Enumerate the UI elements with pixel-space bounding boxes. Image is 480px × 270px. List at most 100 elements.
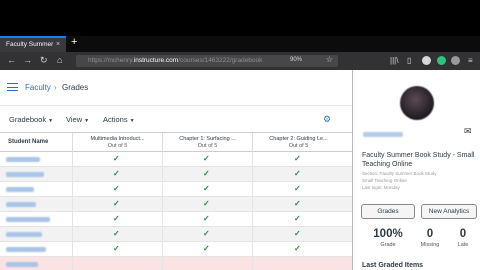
- grade-check-icon[interactable]: ✓: [203, 244, 210, 253]
- breadcrumb-current: Grades: [62, 83, 89, 92]
- assignment-title: Chapter 1: Surfacing ...: [179, 136, 236, 142]
- caret-down-icon: ▼: [48, 118, 54, 124]
- assignment-points: Out of 5: [197, 142, 218, 149]
- grade-check-icon[interactable]: ✓: [203, 154, 210, 163]
- caret-down-icon: ▼: [129, 118, 135, 124]
- screen: Faculty Summer × + ← → ↻ ⌂ https://mchen…: [0, 0, 480, 270]
- stat-missing: 0 Missing: [415, 228, 445, 248]
- grade-check-icon[interactable]: ✓: [294, 244, 301, 253]
- gradebook-page: Faculty › Grades Gradebook ▼ View ▼ Action…: [0, 70, 352, 270]
- browser-tab-bar: Faculty Summer × +: [0, 36, 480, 52]
- bookmark-star-icon[interactable]: ☆: [326, 55, 333, 64]
- mail-icon[interactable]: ✉: [464, 126, 472, 137]
- avatar: [400, 86, 434, 120]
- assignment-header[interactable]: Chapter 1: Surfacing ... Out of 5: [162, 133, 252, 152]
- forward-icon[interactable]: →: [23, 55, 32, 65]
- actions-menu[interactable]: Actions ▼: [103, 115, 135, 124]
- table-row[interactable]: ✓ ✓ ✓: [0, 212, 352, 227]
- course-title: Faculty Summer Book Study - Small Teachi…: [362, 152, 475, 168]
- browser-toolbar: ← → ↻ ⌂ https://mchenry.instructure.com/…: [0, 52, 480, 70]
- table-row[interactable]: ✓ ✓ ✓: [0, 152, 352, 167]
- student-name-header[interactable]: Student Name: [8, 139, 48, 145]
- grade-check-icon[interactable]: ✓: [113, 199, 120, 208]
- grade-check-icon[interactable]: ✓: [113, 214, 120, 223]
- view-menu[interactable]: View ▼: [66, 115, 89, 124]
- grade-check-icon[interactable]: ✓: [113, 154, 120, 163]
- student-name-blurred[interactable]: [6, 247, 46, 252]
- meta-line: Last login: Monday: [362, 185, 400, 190]
- table-row[interactable]: ✓ ✓ ✓: [0, 227, 352, 242]
- assignment-header[interactable]: Multimedia Introduct... Out of 5: [72, 133, 162, 152]
- grade-check-icon[interactable]: ✓: [113, 169, 120, 178]
- back-icon[interactable]: ←: [7, 55, 16, 65]
- grade-check-icon[interactable]: ✓: [294, 199, 301, 208]
- grade-check-icon[interactable]: ✓: [294, 154, 301, 163]
- meta-line: Section: Faculty Summer Book Study: [362, 171, 437, 176]
- grade-check-icon[interactable]: ✓: [203, 229, 210, 238]
- library-icon[interactable]: |||\: [390, 56, 398, 65]
- grid-header: Student Name Multimedia Introduct... Out…: [0, 132, 352, 152]
- gradebook-menu-label: Gradebook: [9, 115, 47, 124]
- grade-check-icon[interactable]: ✓: [294, 214, 301, 223]
- grade-check-icon[interactable]: ✓: [294, 229, 301, 238]
- student-context-tray: ✉ Faculty Summer Book Study - Small Teac…: [352, 70, 480, 270]
- meta-line: Small Teaching Online: [362, 178, 407, 183]
- student-name-blurred[interactable]: [363, 132, 403, 137]
- table-row[interactable]: [0, 257, 352, 270]
- table-row[interactable]: ✓ ✓ ✓: [0, 182, 352, 197]
- menu-icon[interactable]: ≡: [468, 56, 473, 65]
- stat-value: 0: [459, 228, 467, 240]
- grades-button[interactable]: Grades: [361, 204, 415, 219]
- new-analytics-button[interactable]: New Analytics: [421, 204, 477, 219]
- assignment-points: Out of 5: [107, 142, 128, 149]
- account-icon[interactable]: [422, 56, 431, 65]
- zoom-level[interactable]: 90%: [290, 57, 302, 63]
- student-name-blurred[interactable]: [6, 172, 44, 177]
- breadcrumb-separator: ›: [54, 83, 57, 92]
- extension-gray-icon[interactable]: [451, 56, 460, 65]
- grade-check-icon[interactable]: ✓: [203, 214, 210, 223]
- browser-tab[interactable]: Faculty Summer ×: [0, 36, 66, 52]
- url-path: /courses/1463222/gradebook: [178, 57, 263, 64]
- table-row[interactable]: ✓ ✓ ✓: [0, 242, 352, 257]
- view-menu-label: View: [66, 115, 83, 124]
- stat-value: 0: [426, 228, 434, 240]
- stat-late: 0 Late: [448, 228, 478, 248]
- breadcrumb-course-link[interactable]: Faculty: [25, 83, 51, 92]
- student-name-blurred[interactable]: [6, 187, 34, 192]
- extension-green-icon[interactable]: [437, 56, 446, 65]
- table-row[interactable]: ✓ ✓ ✓: [0, 167, 352, 182]
- url-host: instructure.com: [133, 57, 179, 64]
- last-graded-heading: Last Graded Items: [362, 262, 424, 269]
- grade-check-icon[interactable]: ✓: [113, 229, 120, 238]
- student-name-blurred[interactable]: [6, 157, 40, 162]
- home-icon[interactable]: ⌂: [57, 55, 62, 65]
- assignment-header[interactable]: Chapter 2: Guiding Le... Out of 5: [252, 133, 344, 152]
- settings-gear-icon[interactable]: ⚙: [323, 114, 331, 125]
- grade-check-icon[interactable]: ✓: [113, 244, 120, 253]
- gradebook-menu[interactable]: Gradebook ▼: [9, 115, 53, 124]
- grade-check-icon[interactable]: ✓: [294, 169, 301, 178]
- student-name-blurred[interactable]: [6, 262, 38, 267]
- assignment-title: Multimedia Introduct...: [90, 136, 145, 142]
- close-tab-icon[interactable]: ×: [56, 41, 60, 48]
- url-prefix: https://: [88, 57, 108, 64]
- stat-label: Late: [457, 242, 469, 248]
- new-tab-button[interactable]: +: [71, 36, 77, 48]
- student-name-blurred[interactable]: [6, 232, 42, 237]
- table-row[interactable]: ✓ ✓ ✓: [0, 197, 352, 212]
- caret-down-icon: ▼: [84, 118, 90, 124]
- hamburger-menu-icon[interactable]: [7, 83, 18, 91]
- grade-check-icon[interactable]: ✓: [113, 184, 120, 193]
- student-name-blurred[interactable]: [6, 217, 50, 222]
- grade-check-icon[interactable]: ✓: [294, 184, 301, 193]
- grade-check-icon[interactable]: ✓: [203, 184, 210, 193]
- address-bar[interactable]: https://mchenry.instructure.com/courses/…: [76, 55, 338, 67]
- sidebar-icon[interactable]: ▯: [407, 56, 411, 65]
- grade-check-icon[interactable]: ✓: [203, 199, 210, 208]
- tab-title: Faculty Summer: [6, 41, 54, 48]
- student-name-blurred[interactable]: [6, 202, 36, 207]
- reload-icon[interactable]: ↻: [40, 55, 48, 66]
- grade-check-icon[interactable]: ✓: [203, 169, 210, 178]
- url-host-pre: mchenry.: [107, 57, 134, 64]
